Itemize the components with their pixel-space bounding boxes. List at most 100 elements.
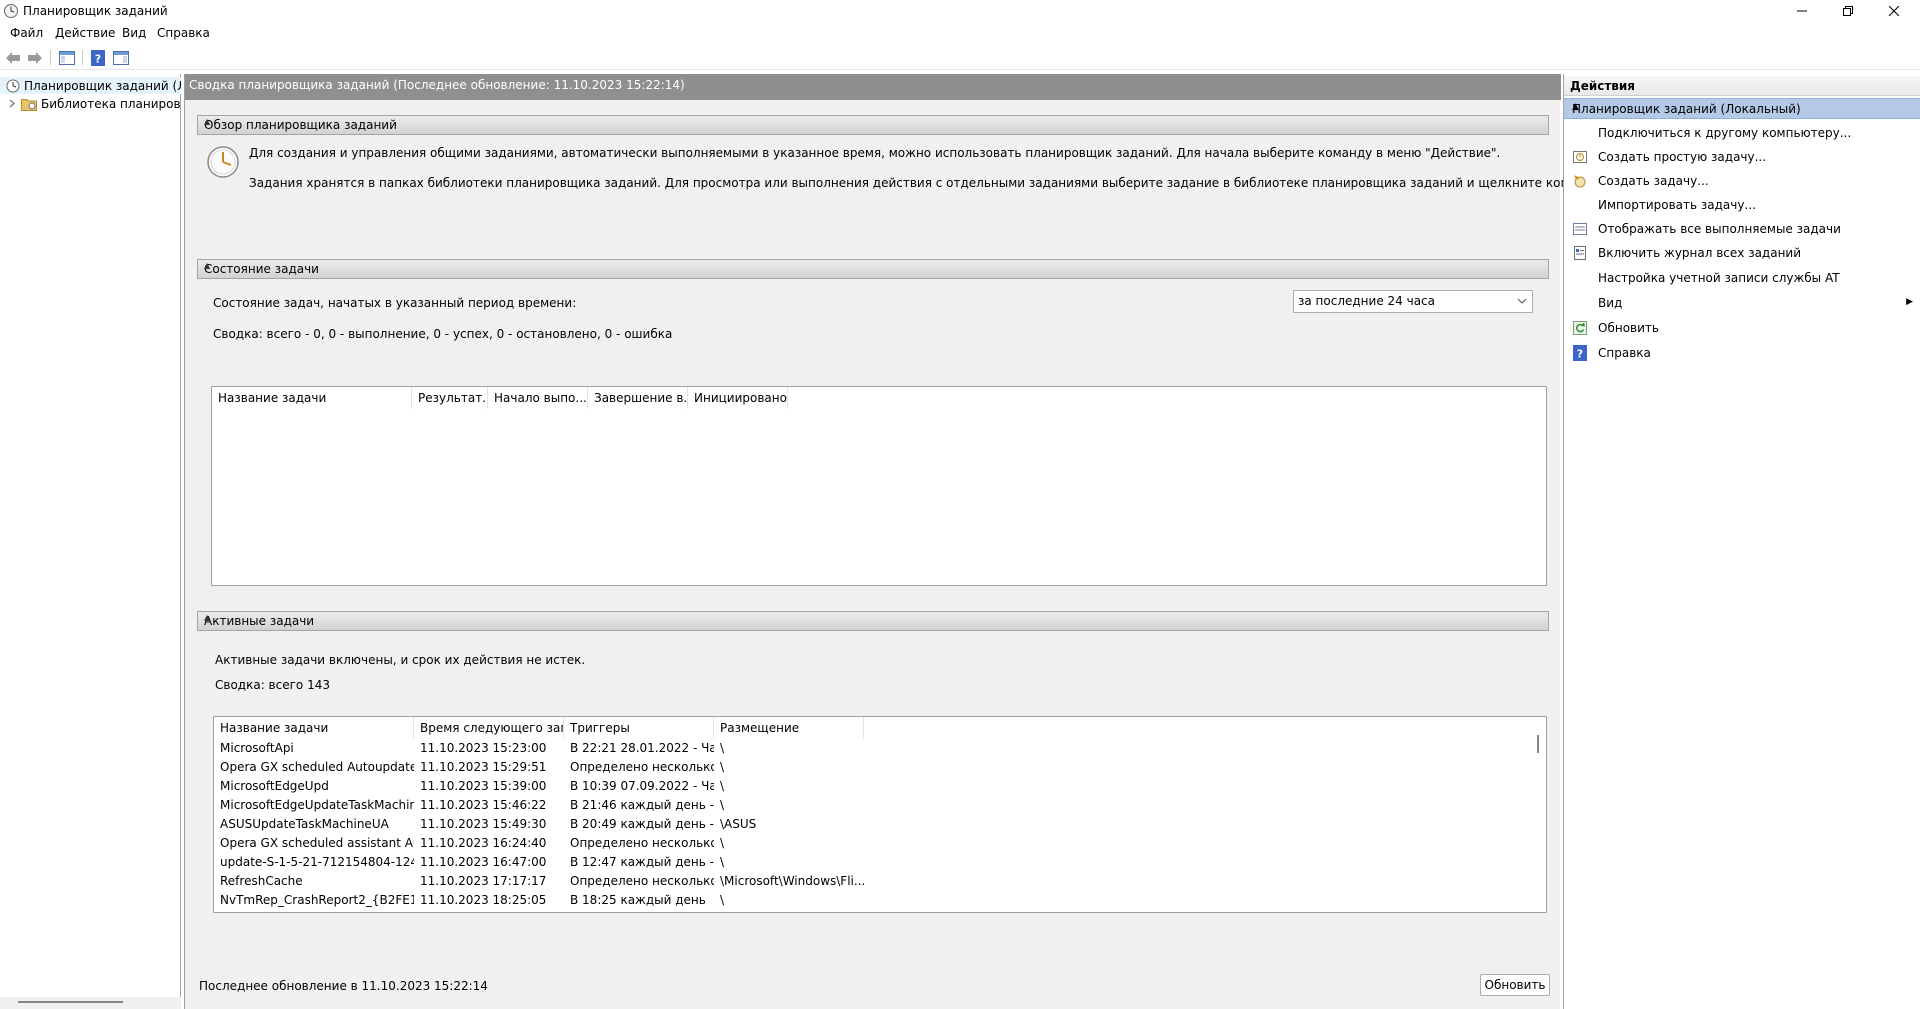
- cell-next-run: 11.10.2023 17:17:17: [420, 874, 547, 888]
- cell-task-name: MicrosoftEdgeUpd: [220, 779, 329, 793]
- menu-action[interactable]: Действие: [55, 26, 115, 40]
- cell-task-name: RefreshCache: [220, 874, 303, 888]
- tree-horizontal-scrollbar[interactable]: [0, 997, 181, 1009]
- cell-triggers: Определено несколько...: [570, 760, 714, 774]
- last-update-text: Последнее обновление в 11.10.2023 15:22:…: [199, 979, 488, 993]
- close-button[interactable]: [1872, 0, 1916, 22]
- column-header-triggers[interactable]: Триггеры: [564, 717, 714, 739]
- tree-item-task-scheduler-local[interactable]: Планировщик заданий (Локальный): [0, 77, 181, 94]
- summary-panel: Сводка планировщика заданий (Последнее о…: [184, 74, 1728, 1009]
- cell-next-run: 11.10.2023 15:49:30: [420, 817, 547, 831]
- action-create-basic-task[interactable]: Создать простую задачу...: [1564, 146, 1920, 168]
- action-refresh[interactable]: Обновить: [1564, 317, 1920, 339]
- menu-file[interactable]: Файл: [10, 26, 43, 40]
- collapse-icon[interactable]: ▲: [204, 117, 1542, 126]
- scrollbar-thumb[interactable]: [1537, 735, 1539, 753]
- refresh-button[interactable]: Обновить: [1480, 974, 1550, 996]
- table-row[interactable]: RefreshCache 11.10.2023 17:17:17 Определен…: [214, 872, 1546, 891]
- table-row[interactable]: MicrosoftEdgeUpdateTaskMachine... 11.10.2…: [214, 796, 1546, 815]
- action-enable-history[interactable]: Включить журнал всех заданий: [1564, 242, 1920, 264]
- column-header-end[interactable]: Завершение в...: [588, 387, 688, 409]
- task-status-section-header[interactable]: Состояние задачи ▲: [197, 259, 1549, 279]
- action-help[interactable]: ? Справка: [1564, 342, 1920, 364]
- table-row[interactable]: MicrosoftEdgeUpd 11.10.2023 15:39:00 В 10:…: [214, 777, 1546, 796]
- cell-location: \: [720, 836, 725, 850]
- overview-section-header[interactable]: Обзор планировщика заданий ▲: [197, 115, 1549, 135]
- cell-task-name: MicrosoftEdgeUpdateTaskMachine...: [220, 798, 414, 812]
- help-icon[interactable]: ?: [89, 49, 107, 66]
- help-icon: ?: [1572, 345, 1588, 361]
- tree-item-label: Планировщик заданий (Локальный): [24, 78, 181, 93]
- cell-next-run: 11.10.2023 15:29:51: [420, 760, 547, 774]
- column-header-task-name[interactable]: Название задачи: [212, 387, 412, 409]
- collapse-icon[interactable]: ▲: [1572, 102, 1913, 112]
- column-header-task-name[interactable]: Название задачи: [214, 717, 414, 739]
- active-tasks-section-body: Активные задачи включены, и срок их дейс…: [197, 632, 1549, 950]
- column-header-initiated[interactable]: Инициировано: [688, 387, 788, 409]
- tree-item-task-library[interactable]: Библиотека планировщика заданий: [0, 95, 181, 112]
- period-dropdown[interactable]: за последние 24 часа: [1293, 290, 1533, 313]
- action-view[interactable]: Вид ▶: [1564, 292, 1920, 314]
- cell-location: \: [720, 741, 725, 755]
- column-header-location[interactable]: Размещение: [714, 717, 864, 739]
- collapse-icon[interactable]: ▲: [204, 261, 1542, 270]
- simple-task-icon: [1572, 149, 1588, 165]
- window-title: Планировщик заданий: [23, 4, 168, 18]
- cell-triggers: В 21:46 каждый день - ...: [570, 798, 714, 812]
- cell-triggers: В 18:25 каждый день: [570, 893, 706, 907]
- menu-help[interactable]: Справка: [157, 26, 210, 40]
- active-tasks-vertical-scrollbar[interactable]: [1529, 717, 1546, 912]
- active-tasks-list[interactable]: Название задачи Время следующего зап... …: [213, 716, 1547, 913]
- action-display-running-tasks[interactable]: Отображать все выполняемые задачи: [1564, 218, 1920, 240]
- column-header-next-run[interactable]: Время следующего зап...: [414, 717, 564, 739]
- scrollbar-thumb[interactable]: [18, 1001, 123, 1003]
- collapse-icon[interactable]: ▲: [204, 613, 1542, 622]
- cell-next-run: 11.10.2023 15:46:22: [420, 798, 547, 812]
- cell-location: \: [720, 760, 725, 774]
- action-label: Настройка учетной записи службы AT: [1598, 271, 1840, 285]
- refresh-icon: [1572, 320, 1588, 336]
- running-tasks-icon: [1572, 221, 1588, 237]
- column-header-result[interactable]: Результат...: [412, 387, 488, 409]
- action-label: Создать задачу...: [1598, 174, 1709, 188]
- table-row[interactable]: Opera GX scheduled Autoupdate 1... 11.10.…: [214, 758, 1546, 777]
- action-label: Отображать все выполняемые задачи: [1598, 222, 1841, 236]
- period-dropdown-value: за последние 24 часа: [1298, 294, 1436, 308]
- back-arrow-icon[interactable]: [4, 49, 22, 66]
- restore-button[interactable]: [1826, 0, 1870, 22]
- action-at-service-account[interactable]: Настройка учетной записи службы AT: [1564, 267, 1920, 289]
- cell-triggers: Определено несколько...: [570, 874, 714, 888]
- forward-arrow-icon[interactable]: [26, 49, 44, 66]
- table-row[interactable]: MicrosoftApi 11.10.2023 15:23:00 В 22:21 2…: [214, 739, 1546, 758]
- table-row[interactable]: update-S-1-5-21-712154804-12441... 11.10.…: [214, 853, 1546, 872]
- actions-header-title: Действия: [1570, 79, 1636, 93]
- cell-next-run: 11.10.2023 18:25:05: [420, 893, 547, 907]
- task-status-list[interactable]: Название задачи Результат... Начало выпо…: [211, 386, 1547, 586]
- cell-next-run: 11.10.2023 16:47:00: [420, 855, 547, 869]
- overview-section-body: Для создания и управления общими задания…: [197, 136, 1728, 253]
- active-tasks-section-header[interactable]: Активные задачи ▲: [197, 611, 1549, 631]
- action-label: Включить журнал всех заданий: [1598, 246, 1802, 260]
- period-label: Состояние задач, начатых в указанный пер…: [213, 296, 577, 310]
- table-row[interactable]: Opera GX scheduled assistant Aut... 11.10…: [214, 834, 1546, 853]
- action-label: Создать простую задачу...: [1598, 150, 1767, 164]
- submenu-arrow-icon: ▶: [1906, 297, 1913, 307]
- chevron-down-icon: [1517, 298, 1527, 304]
- minimize-button[interactable]: [1780, 0, 1824, 22]
- action-import-task[interactable]: Импортировать задачу...: [1564, 194, 1920, 216]
- chevron-right-icon[interactable]: [9, 99, 15, 108]
- actions-subheader[interactable]: Планировщик заданий (Локальный) ▲: [1564, 98, 1920, 119]
- toolbar-separator: [50, 50, 51, 65]
- show-tree-icon[interactable]: [58, 49, 76, 66]
- table-row[interactable]: NvTmRep_CrashReport2_{B2FE195... 11.10.20…: [214, 891, 1546, 910]
- action-create-task[interactable]: Создать задачу...: [1564, 170, 1920, 192]
- table-row[interactable]: ASUSUpdateTaskMachineUA 11.10.2023 15:49:…: [214, 815, 1546, 834]
- cell-task-name: Opera GX scheduled Autoupdate 1...: [220, 760, 414, 774]
- column-header-start[interactable]: Начало выпо...: [488, 387, 588, 409]
- show-actions-icon[interactable]: [112, 49, 130, 66]
- cell-triggers: В 12:47 каждый день - ...: [570, 855, 714, 869]
- cell-next-run: 11.10.2023 15:23:00: [420, 741, 547, 755]
- action-connect-computer[interactable]: Подключиться к другому компьютеру...: [1564, 122, 1920, 144]
- cell-task-name: Opera GX scheduled assistant Aut...: [220, 836, 414, 850]
- menu-view[interactable]: Вид: [122, 26, 146, 40]
